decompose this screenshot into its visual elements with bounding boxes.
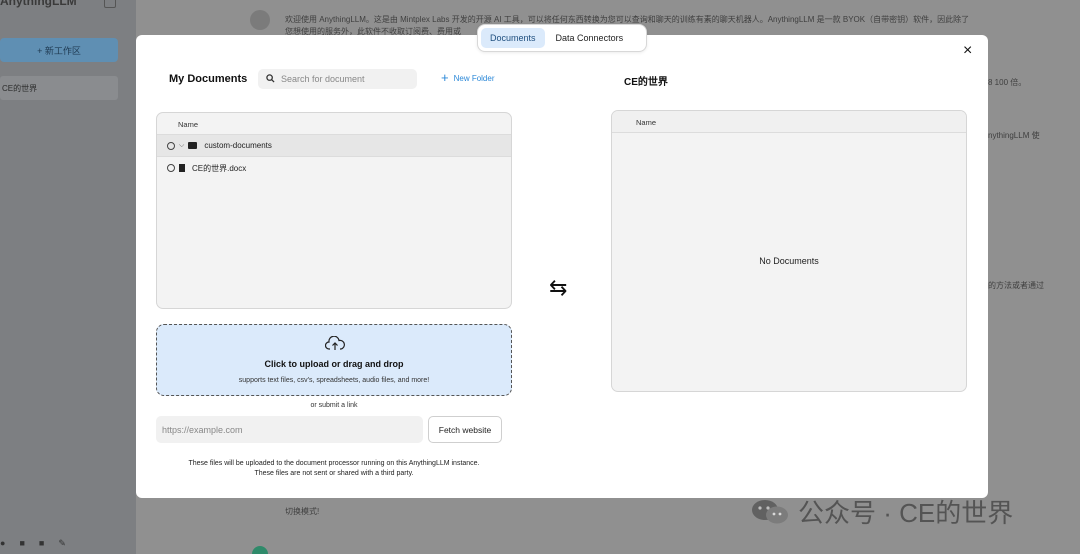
watermark: 公众号 · CE的世界 — [750, 493, 1013, 530]
documents-modal: × My Documents + New Folder Name ⌵ custo… — [136, 35, 988, 498]
sidebar-footer-icons: ● ■ ■ ✎ — [0, 538, 110, 549]
file-name: CE的世界.docx — [192, 163, 247, 173]
upload-notice: These files will be uploaded to the docu… — [156, 459, 512, 479]
folder-name: custom-documents — [204, 141, 272, 150]
workspace-documents-list: Name No Documents — [611, 110, 967, 392]
upload-dropzone[interactable]: Click to upload or drag and drop support… — [156, 324, 512, 396]
fetch-website-button[interactable]: Fetch website — [428, 416, 502, 443]
sidebar-toggle-icon[interactable] — [104, 0, 116, 8]
or-submit-link-label: or submit a link — [310, 402, 358, 409]
my-documents-list: Name ⌵ custom-documents CE的世界.docx — [156, 112, 512, 309]
upload-subtitle: supports text files, csv's, spreadsheets… — [238, 377, 430, 384]
search-icon — [266, 73, 275, 85]
upload-title: Click to upload or drag and drop — [264, 359, 404, 369]
close-icon[interactable]: × — [963, 43, 972, 59]
select-checkbox[interactable] — [167, 164, 175, 172]
app-logo: AnythingLLM — [0, 0, 77, 8]
background-sidebar: AnythingLLM + 新工作区 CE的世界 ● ■ ■ ✎ — [0, 0, 136, 554]
select-checkbox[interactable] — [167, 141, 175, 150]
new-folder-button[interactable]: + New Folder — [441, 70, 495, 85]
search-input[interactable] — [281, 74, 401, 84]
empty-state-text: No Documents — [759, 256, 819, 266]
sidebar-item-workspace[interactable]: CE的世界 — [0, 76, 118, 100]
community-icon[interactable]: ● — [0, 538, 5, 549]
notice-line: These files will be uploaded to the docu… — [188, 460, 480, 467]
new-folder-label: New Folder — [453, 73, 495, 83]
wechat-icon — [750, 498, 790, 526]
tab-data-connectors[interactable]: Data Connectors — [547, 28, 633, 48]
plus-icon: + — [441, 70, 449, 85]
notice-line: These files are not sent or shared with … — [254, 470, 414, 477]
document-search[interactable] — [258, 69, 417, 89]
discord-icon[interactable]: ■ — [39, 538, 44, 549]
settings-wrench-icon[interactable]: ✎ — [58, 538, 66, 549]
modal-tabs: Documents Data Connectors — [477, 24, 647, 52]
assistant-avatar — [250, 10, 270, 30]
cloud-upload-icon — [324, 335, 345, 357]
docs-icon[interactable]: ■ — [19, 538, 24, 549]
chat-text-fragment: nythingLLM 使 — [988, 131, 1040, 140]
chat-text-fragment: 切换模式! — [285, 507, 320, 516]
chat-text-fragment: 8 100 倍。 — [988, 78, 1027, 87]
url-input[interactable] — [156, 416, 423, 443]
tab-documents[interactable]: Documents — [481, 28, 545, 48]
workspace-title: CE的世界 — [624, 77, 668, 88]
chat-text-fragment: 的方法或者通过 — [988, 281, 1044, 290]
file-icon — [179, 164, 185, 172]
my-documents-title: My Documents — [169, 73, 248, 85]
list-item[interactable]: CE的世界.docx — [157, 157, 511, 179]
column-header-name: Name — [612, 111, 966, 133]
new-workspace-button[interactable]: + 新工作区 — [0, 38, 118, 62]
list-item[interactable]: ⌵ custom-documents — [157, 135, 511, 157]
column-header-name: Name — [157, 113, 511, 135]
chevron-down-icon[interactable]: ⌵ — [179, 142, 184, 150]
watermark-text: 公众号 · CE的世界 — [798, 498, 1014, 528]
swap-arrows-icon[interactable]: ⇆ — [549, 275, 567, 301]
folder-icon — [188, 142, 198, 149]
